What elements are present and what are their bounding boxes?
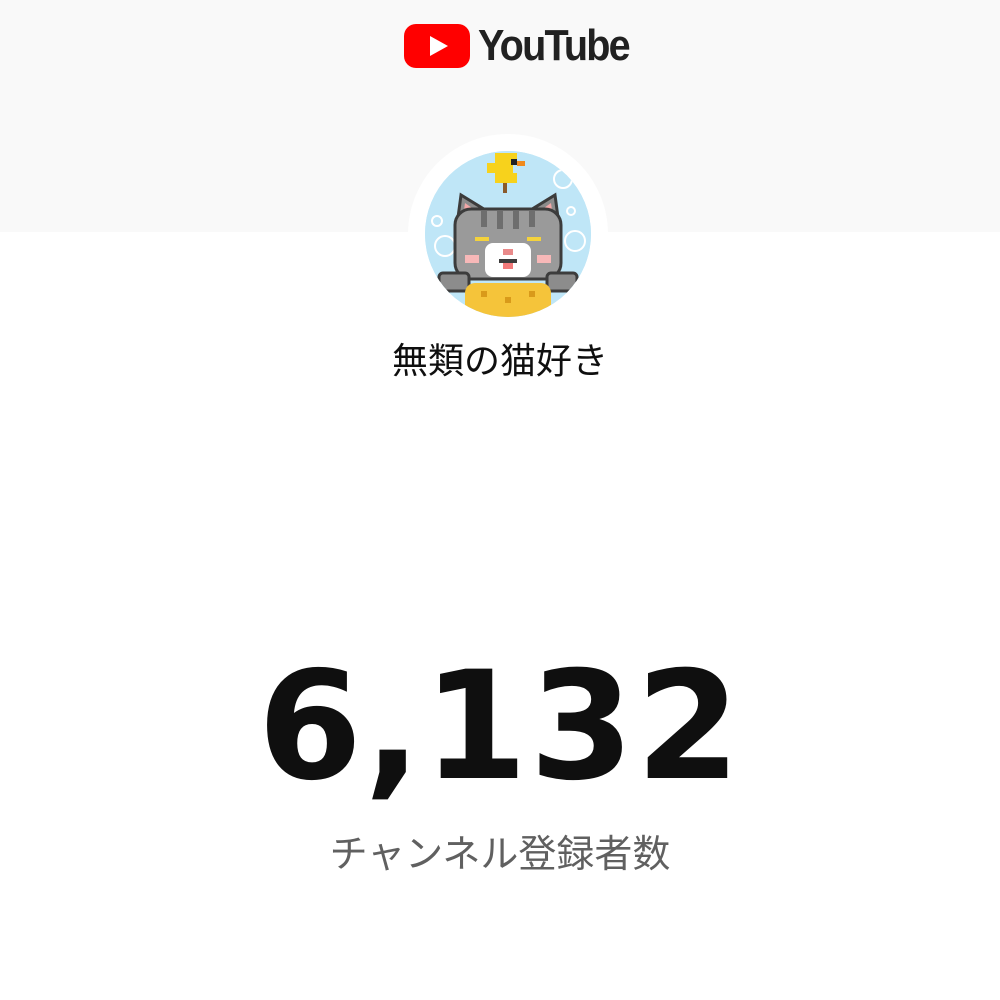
- channel-name[interactable]: 無類の猫好き: [0, 340, 1000, 383]
- subscriber-count-label: チャンネル登録者数: [329, 832, 671, 876]
- avatar[interactable]: [425, 151, 591, 317]
- youtube-play-icon: [404, 24, 470, 68]
- pixel-cat-icon: [425, 151, 591, 317]
- subscriber-count-page: YouTube 無類の猫好き 6,132 チャンネル登録者数: [0, 0, 1000, 1000]
- subscriber-count: 6,132: [257, 640, 743, 814]
- logo-wordmark: YouTube: [478, 21, 631, 70]
- youtube-logo[interactable]: YouTube: [404, 20, 646, 72]
